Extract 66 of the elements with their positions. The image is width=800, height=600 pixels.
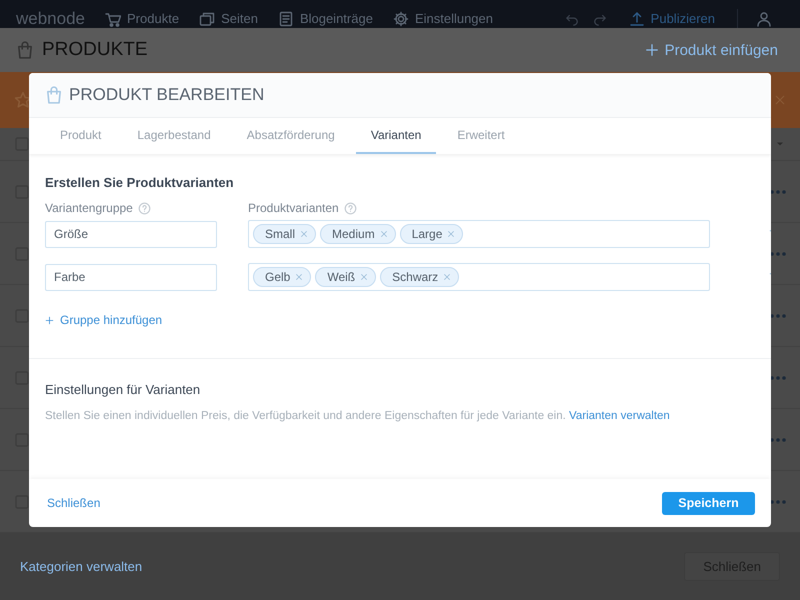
document-icon — [278, 11, 294, 27]
section-heading: Einstellungen für Varianten — [45, 382, 202, 396]
checkbox-icon — [14, 246, 30, 262]
remove-icon — [295, 273, 304, 281]
variant-tag[interactable]: Medium — [320, 224, 396, 244]
more-icon[interactable] — [770, 252, 786, 256]
cart-icon — [105, 11, 122, 27]
group-name-field[interactable]: Farbe — [45, 264, 217, 290]
more-icon[interactable] — [770, 376, 786, 380]
group-name-field[interactable]: Größe — [45, 220, 217, 248]
checkbox-icon — [14, 184, 30, 200]
field-label: Variantengruppe — [45, 201, 133, 215]
star-icon — [14, 91, 32, 109]
remove-icon — [443, 273, 452, 281]
manage-categories-link[interactable]: Kategorien verwalten — [20, 559, 142, 574]
logo-text: webnode — [16, 10, 86, 28]
tab[interactable]: Lagerbestand — [122, 118, 226, 154]
bag-icon — [16, 41, 34, 59]
remove-icon — [447, 230, 456, 238]
plus-icon — [45, 316, 54, 324]
add-group-link[interactable]: Gruppe hinzufügen — [45, 313, 162, 327]
nav-item[interactable]: Seiten — [199, 10, 258, 28]
variants-field[interactable]: Gelb Weiß Schwarz — [248, 263, 710, 291]
bag-icon — [45, 86, 63, 104]
nav-item[interactable]: Produkte — [105, 10, 180, 28]
more-icon[interactable] — [770, 438, 786, 442]
checkbox-icon — [14, 432, 30, 448]
user-icon[interactable] — [756, 11, 772, 27]
dialog-title: PRODUKT BEARBEITEN — [69, 85, 264, 105]
tab[interactable]: Varianten — [356, 118, 436, 154]
more-icon[interactable] — [770, 190, 786, 194]
checkbox-icon — [14, 308, 30, 324]
save-button[interactable]: Speichern — [662, 492, 755, 514]
nav-item[interactable]: Blogeinträge — [278, 10, 373, 28]
remove-icon — [300, 230, 308, 238]
variants-field[interactable]: Small Medium Large — [248, 220, 710, 248]
manage-variants-link[interactable]: Varianten verwalten — [569, 410, 670, 422]
tab[interactable]: Absatzförderung — [232, 118, 350, 154]
add-product-link[interactable]: Produkt einfügen — [644, 42, 778, 58]
close-link[interactable]: Schließen — [47, 496, 100, 510]
publish-button[interactable]: Publizieren — [628, 10, 715, 28]
checkbox-icon — [14, 370, 30, 386]
page-title: PRODUKTE — [42, 39, 148, 61]
tab[interactable]: Produkt — [45, 118, 116, 154]
remove-icon — [380, 230, 388, 238]
help-icon — [138, 202, 151, 214]
help-icon — [344, 202, 357, 214]
section-heading: Erstellen Sie Produktvarianten — [45, 175, 235, 190]
description-text: Stellen Sie einen individuellen Preis, die Verfügbarkeit und andere Eigenschaften für jede Variante ein. Varianten verwalten — [45, 410, 671, 422]
variant-tag[interactable]: Gelb — [253, 267, 312, 287]
tab[interactable]: Erweitert — [442, 118, 520, 154]
variant-tag[interactable]: Small — [253, 224, 316, 244]
more-icon[interactable] — [770, 500, 786, 504]
variant-tag[interactable]: Weiß — [315, 267, 376, 287]
upload-icon — [628, 11, 645, 27]
checkbox-icon — [14, 136, 30, 152]
variant-tag[interactable]: Large — [400, 224, 464, 244]
more-icon[interactable] — [770, 314, 786, 318]
field-label: Produktvarianten — [248, 201, 339, 215]
plus-icon — [644, 43, 659, 57]
settings-icon — [392, 11, 409, 27]
nav-item[interactable]: Einstellungen — [392, 10, 493, 28]
pages-icon — [199, 11, 216, 27]
checkbox-icon — [14, 494, 30, 510]
remove-icon — [360, 273, 368, 281]
variant-tag[interactable]: Schwarz — [380, 267, 460, 287]
